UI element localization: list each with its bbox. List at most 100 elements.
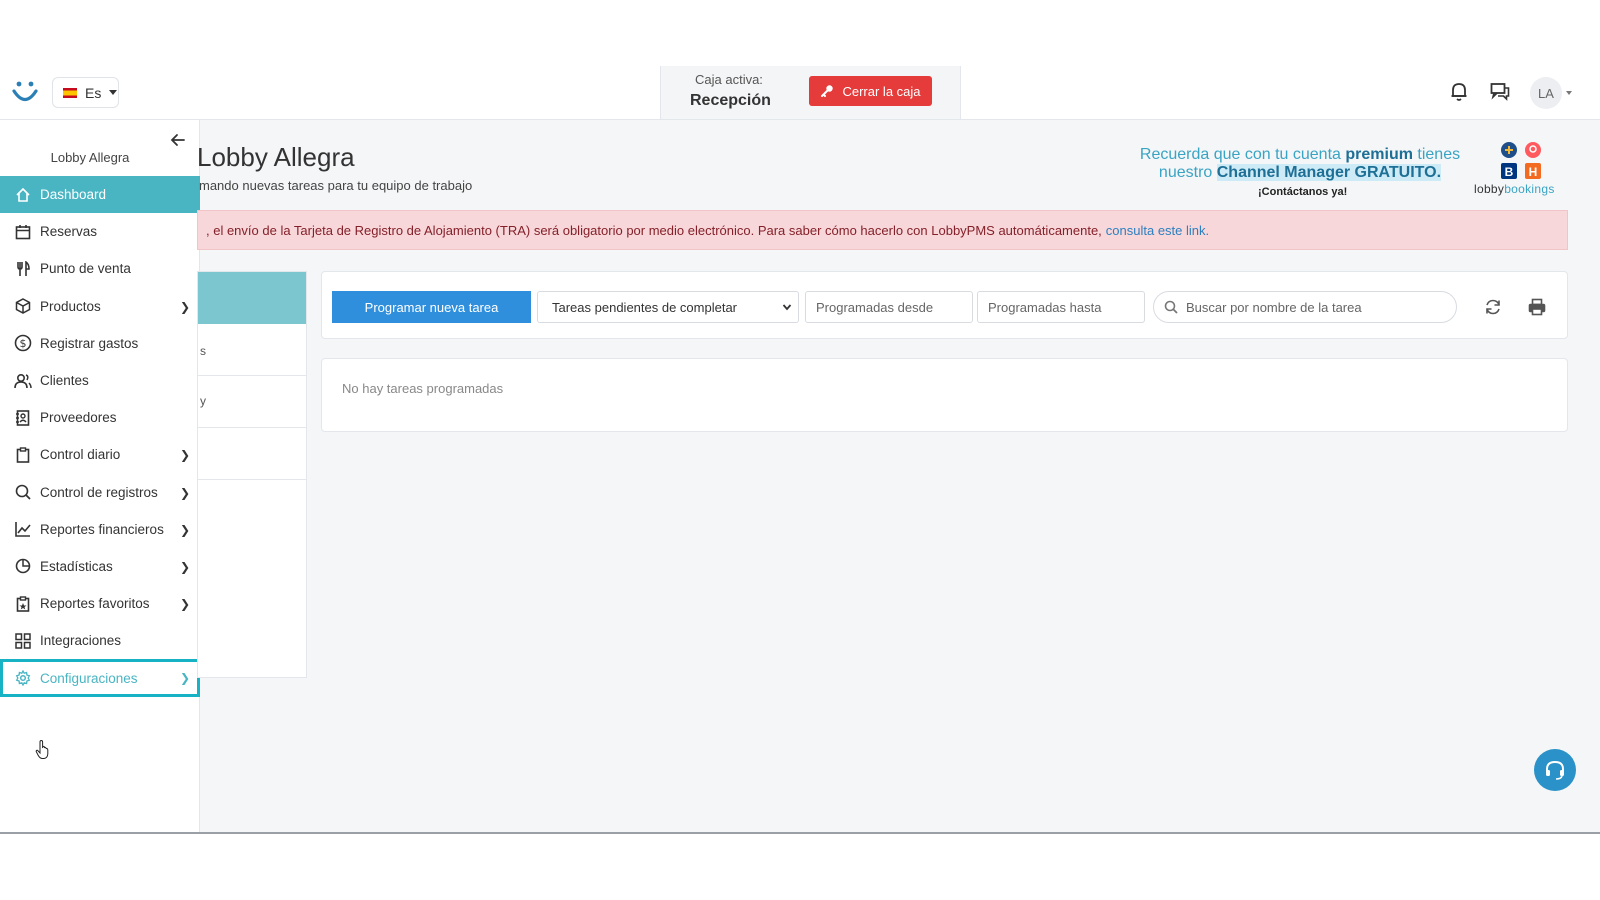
promo-banner[interactable]: Recuerda que con tu cuenta premium tiene…: [1120, 146, 1480, 182]
chevron-down-icon: [109, 90, 118, 95]
avatar[interactable]: LA: [1530, 77, 1562, 109]
chevron-down-icon: [782, 304, 792, 311]
tab-active[interactable]: [198, 272, 306, 324]
line-chart-icon: [14, 520, 32, 538]
utensils-icon: [14, 260, 32, 278]
sidebar-item-clientes[interactable]: Clientes: [0, 362, 200, 399]
tab-item[interactable]: s: [198, 324, 306, 376]
tab-label: s: [200, 344, 206, 358]
active-cash-box: Caja activa: Recepción Cerrar la caja: [660, 66, 961, 120]
grid-icon: [14, 632, 32, 650]
lobbybookings-wordmark: lobbybookings: [1474, 182, 1555, 196]
arrow-left-icon[interactable]: [170, 132, 186, 148]
sidebar-item-label: Configuraciones: [40, 670, 138, 686]
chevron-right-icon: ❯: [179, 522, 190, 537]
sidebar-item-label: Estadísticas: [40, 558, 113, 574]
language-selector[interactable]: Es: [52, 77, 119, 108]
tab-label: y: [200, 394, 206, 408]
sidebar-item-reservas[interactable]: Reservas: [0, 213, 200, 250]
sidebar-menu: Dashboard Reservas Punto de venta Produc…: [0, 176, 200, 697]
schedule-task-button[interactable]: Programar nueva tarea: [332, 291, 531, 323]
task-status-value: Tareas pendientes de completar: [552, 299, 738, 315]
bell-icon[interactable]: [1448, 80, 1470, 102]
gear-icon: [14, 669, 32, 687]
chevron-right-icon: ❯: [179, 597, 190, 612]
alert-banner: , el envío de la Tarjeta de Registro de …: [197, 210, 1568, 250]
sidebar-item-label: Reportes favoritos: [40, 596, 150, 612]
task-search-input[interactable]: Buscar por nombre de la tarea: [1153, 291, 1457, 323]
sidebar-item-estadisticas[interactable]: Estadísticas ❯: [0, 548, 200, 585]
sidebar-item-label: Control diario: [40, 447, 121, 463]
chevron-right-icon: ❯: [179, 559, 190, 574]
cash-box-label: Caja activa:: [695, 72, 763, 87]
box-icon: [14, 297, 32, 315]
sidebar-item-control-de-registros[interactable]: Control de registros ❯: [0, 474, 200, 511]
date-from-input[interactable]: Programadas desde: [805, 291, 973, 323]
refresh-icon[interactable]: [1484, 298, 1502, 316]
spain-flag-icon: [63, 87, 77, 98]
schedule-task-label: Programar nueva tarea: [364, 299, 499, 315]
sidebar-item-proveedores[interactable]: Proveedores: [0, 399, 200, 436]
sidebar-item-configuraciones[interactable]: Configuraciones ❯: [0, 659, 200, 697]
avatar-initials: LA: [1538, 85, 1554, 101]
sidebar-item-label: Reservas: [40, 224, 98, 240]
sidebar-item-control-diario[interactable]: Control diario ❯: [0, 436, 200, 473]
sidebar-item-label: Punto de venta: [40, 261, 131, 277]
tasks-list: No hay tareas programadas: [321, 358, 1568, 432]
print-icon[interactable]: [1528, 298, 1546, 316]
home-icon: [14, 186, 32, 204]
promo-contact[interactable]: ¡Contáctanos ya!: [1258, 186, 1347, 198]
dollar-icon: $: [14, 334, 32, 352]
pie-chart-icon: [14, 557, 32, 575]
page-subtitle: mando nuevas tareas para tu equipo de tr…: [199, 178, 473, 193]
hand-cursor-icon: [35, 740, 49, 759]
cash-box-name: Recepción: [690, 92, 771, 109]
sidebar: Lobby Allegra Dashboard Reservas Punto d…: [0, 120, 200, 832]
task-search-placeholder: Buscar por nombre de la tarea: [1186, 299, 1362, 315]
page-title: Lobby Allegra: [197, 142, 355, 172]
sidebar-item-label: Clientes: [40, 373, 89, 389]
chevron-right-icon: ❯: [179, 299, 190, 314]
sidebar-item-punto-de-venta[interactable]: Punto de venta: [0, 250, 200, 287]
chevron-right-icon: ❯: [179, 448, 190, 463]
svg-text:B: B: [1505, 165, 1514, 179]
key-icon: [821, 85, 834, 97]
task-status-select[interactable]: Tareas pendientes de completar: [537, 291, 799, 323]
users-icon: [14, 372, 32, 390]
sidebar-item-label: Productos: [40, 298, 101, 314]
promo-text: nuestro: [1158, 164, 1217, 181]
close-cash-box-button[interactable]: Cerrar la caja: [809, 76, 932, 106]
sidebar-item-integraciones[interactable]: Integraciones: [0, 622, 200, 659]
date-from-placeholder: Programadas desde: [816, 299, 934, 315]
sidebar-hotel-name: Lobby Allegra: [50, 150, 130, 165]
empty-state-message: No hay tareas programadas: [342, 381, 504, 396]
tab-item[interactable]: [198, 428, 306, 480]
sidebar-item-label: Control de registros: [40, 484, 158, 500]
sidebar-item-registrar-gastos[interactable]: $ Registrar gastos: [0, 325, 200, 362]
sidebar-item-dashboard[interactable]: Dashboard: [0, 176, 200, 214]
chevron-right-icon: ❯: [179, 485, 190, 500]
sidebar-item-reportes-financieros[interactable]: Reportes financieros ❯: [0, 511, 200, 548]
chat-icon[interactable]: [1489, 80, 1511, 102]
lobby-logo-icon[interactable]: [10, 78, 40, 108]
clipboard-icon: [14, 446, 32, 464]
sidebar-item-productos[interactable]: Productos ❯: [0, 288, 200, 325]
brand-suffix: bookings: [1504, 182, 1555, 196]
app-window: Es Caja activa: Recepción Cerrar la caja: [0, 66, 1600, 834]
tab-item[interactable]: y: [198, 376, 306, 428]
alert-text: , el envío de la Tarjeta de Registro de …: [206, 222, 1102, 238]
alert-link[interactable]: consulta este link.: [1106, 223, 1209, 238]
chevron-down-icon[interactable]: [1566, 91, 1572, 95]
svg-text:H: H: [1529, 165, 1538, 179]
sidebar-item-label: Proveedores: [40, 410, 117, 426]
sidebar-item-label: Reportes financieros: [40, 521, 164, 537]
support-chat-button[interactable]: [1534, 749, 1576, 791]
date-to-input[interactable]: Programadas hasta: [977, 291, 1145, 323]
sidebar-item-label: Dashboard: [40, 187, 107, 203]
headset-icon: [1546, 760, 1564, 780]
sidebar-item-label: Registrar gastos: [40, 335, 139, 351]
chevron-right-icon: ❯: [179, 671, 190, 686]
promo-text: Recuerda que con tu cuenta: [1139, 146, 1346, 163]
promo-channel-manager: Channel Manager GRATUITO.: [1216, 164, 1442, 181]
sidebar-item-reportes-favoritos[interactable]: Reportes favoritos ❯: [0, 585, 200, 622]
